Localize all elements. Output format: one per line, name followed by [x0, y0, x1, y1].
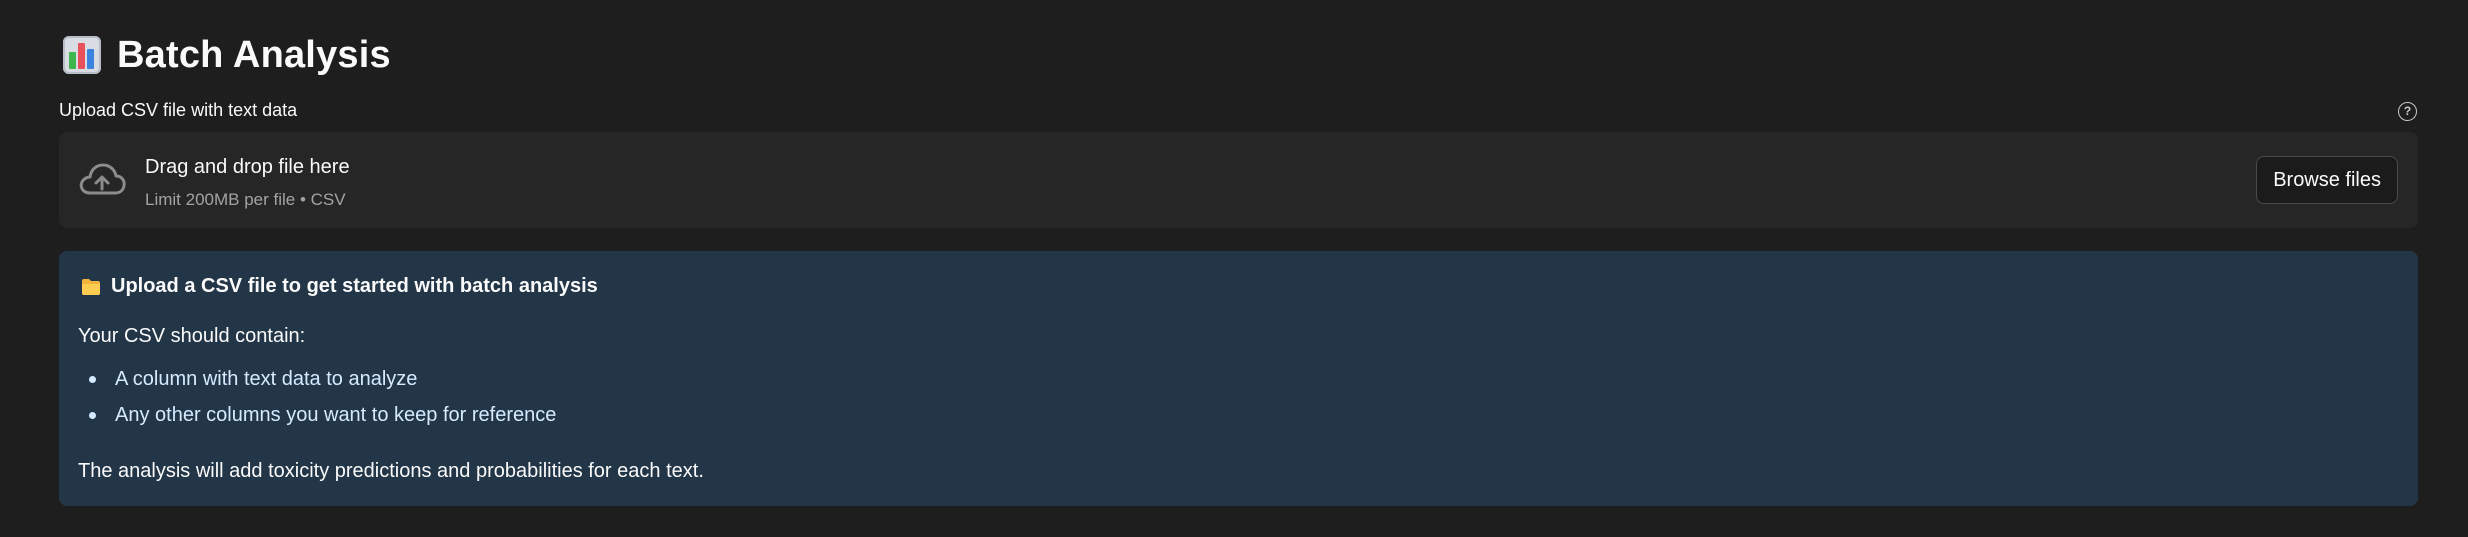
- info-alert: Upload a CSV file to get started with ba…: [59, 251, 2418, 506]
- info-outro: The analysis will add toxicity predictio…: [78, 460, 704, 482]
- file-dropzone[interactable]: Drag and drop file here Limit 200MB per …: [59, 132, 2418, 228]
- list-item: A column with text data to analyze: [78, 361, 556, 397]
- info-title: Upload a CSV file to get started with ba…: [111, 275, 598, 297]
- browse-files-button[interactable]: Browse files: [2256, 156, 2398, 204]
- list-item-text: A column with text data to analyze: [115, 368, 418, 390]
- dropzone-instructions: Drag and drop file here: [145, 156, 350, 178]
- list-item-text: Any other columns you want to keep for r…: [115, 404, 557, 426]
- requirements-list: A column with text data to analyze Any o…: [78, 361, 556, 433]
- question-circle-icon[interactable]: ?: [2398, 102, 2417, 121]
- bar-chart-emoji-icon: [63, 36, 101, 74]
- upload-label: Upload CSV file with text data: [59, 100, 298, 120]
- info-intro: Your CSV should contain:: [78, 325, 306, 347]
- page-header: Batch Analysis: [63, 30, 391, 80]
- cloud-upload-icon: [79, 163, 126, 195]
- info-title-row: Upload a CSV file to get started with ba…: [81, 275, 598, 298]
- page-title: Batch Analysis: [117, 33, 391, 76]
- folder-emoji-icon: [82, 278, 100, 295]
- batch-analysis-page: Batch Analysis Upload CSV file with text…: [0, 0, 2468, 537]
- list-item: Any other columns you want to keep for r…: [78, 397, 556, 433]
- dropzone-limit-text: Limit 200MB per file • CSV: [145, 190, 346, 209]
